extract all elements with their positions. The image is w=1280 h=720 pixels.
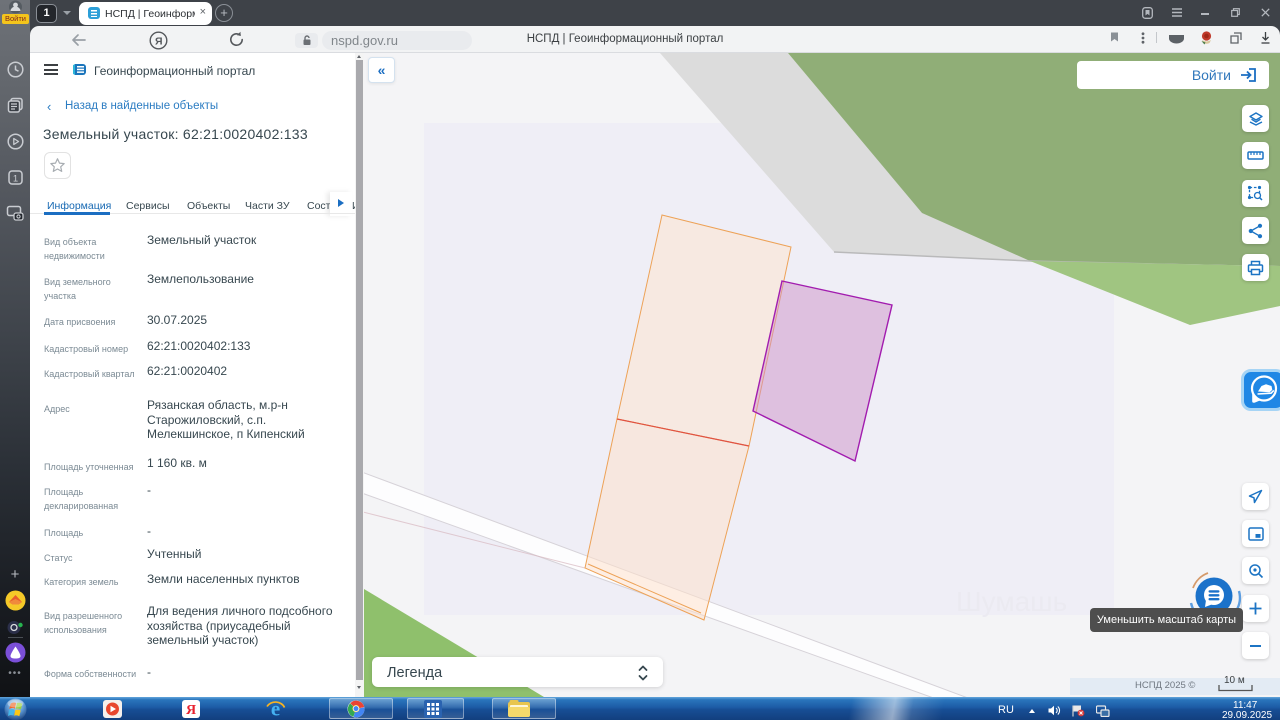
svg-text:Шумашь: Шумашь	[956, 586, 1067, 617]
svg-text:1: 1	[12, 174, 17, 185]
svg-text:Я: Я	[155, 36, 163, 48]
svg-text:e: e	[271, 698, 280, 719]
svg-text:Я: Я	[186, 703, 196, 718]
